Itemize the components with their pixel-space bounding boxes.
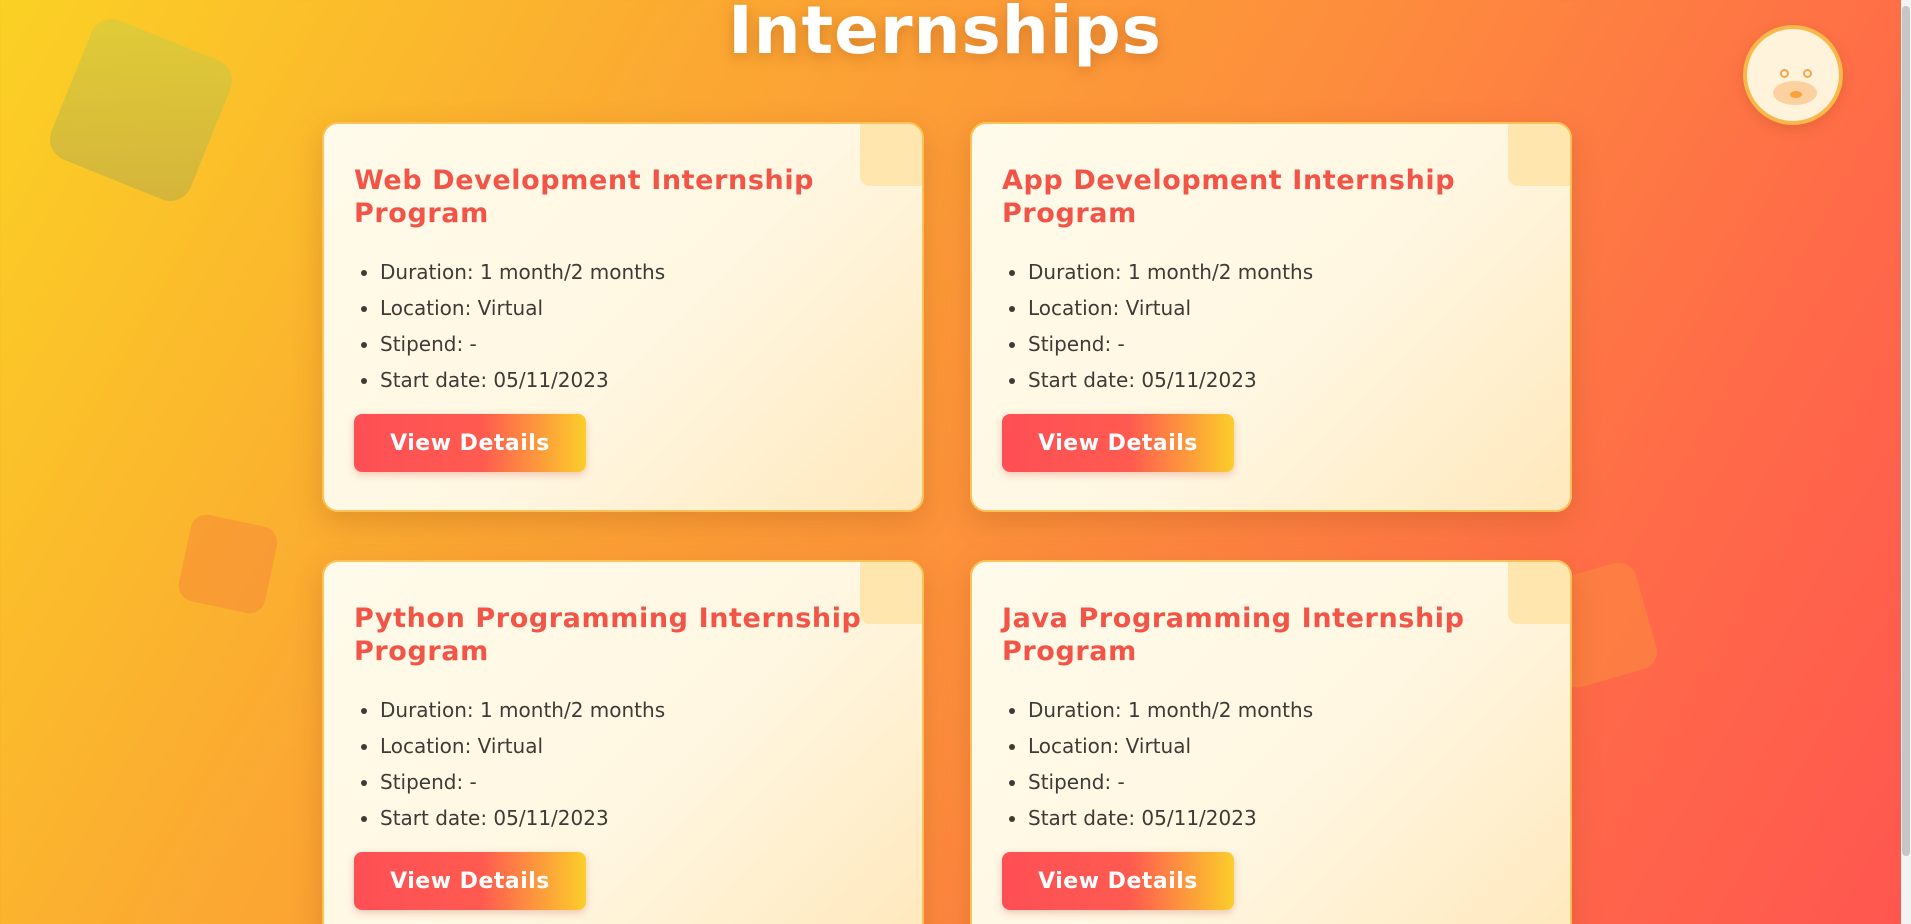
internship-card: App Development Internship Program Durat… <box>970 122 1572 512</box>
pig-nose-icon <box>1790 91 1802 98</box>
internship-title: Python Programming Internship Program <box>354 603 862 667</box>
internship-title: Java Programming Internship Program <box>1002 603 1465 667</box>
internship-stipend: Stipend: - <box>380 326 665 362</box>
view-details-button[interactable]: View Details <box>354 414 586 472</box>
scrollbar-thumb[interactable] <box>1902 6 1910 856</box>
internship-card: Python Programming Internship Program Du… <box>322 560 924 924</box>
internship-details-list: Duration: 1 month/2 months Location: Vir… <box>1000 254 1313 398</box>
internship-start-date: Start date: 05/11/2023 <box>1028 800 1313 836</box>
internship-location: Location: Virtual <box>380 728 665 764</box>
internship-stipend: Stipend: - <box>1028 764 1313 800</box>
internship-start-date: Start date: 05/11/2023 <box>380 800 665 836</box>
page-title: Internships <box>728 0 1162 69</box>
vertical-scrollbar[interactable] <box>1901 0 1911 924</box>
decorative-square-shape <box>175 511 281 617</box>
internship-duration: Duration: 1 month/2 months <box>380 254 665 290</box>
internship-duration: Duration: 1 month/2 months <box>1028 692 1313 728</box>
internship-details-list: Duration: 1 month/2 months Location: Vir… <box>352 692 665 836</box>
internship-stipend: Stipend: - <box>1028 326 1313 362</box>
internship-duration: Duration: 1 month/2 months <box>380 692 665 728</box>
view-details-button[interactable]: View Details <box>1002 852 1234 910</box>
internship-location: Location: Virtual <box>1028 290 1313 326</box>
view-details-button[interactable]: View Details <box>1002 414 1234 472</box>
internship-details-list: Duration: 1 month/2 months Location: Vir… <box>352 254 665 398</box>
internship-location: Location: Virtual <box>380 290 665 326</box>
internship-stipend: Stipend: - <box>380 764 665 800</box>
internship-start-date: Start date: 05/11/2023 <box>380 362 665 398</box>
pig-eye-icon <box>1780 69 1789 78</box>
internship-title: Web Development Internship Program <box>354 165 815 229</box>
internship-title: App Development Internship Program <box>1002 165 1456 229</box>
view-details-button[interactable]: View Details <box>354 852 586 910</box>
internship-duration: Duration: 1 month/2 months <box>1028 254 1313 290</box>
internship-location: Location: Virtual <box>1028 728 1313 764</box>
pig-eye-icon <box>1803 69 1812 78</box>
avatar[interactable] <box>1743 25 1843 125</box>
internship-details-list: Duration: 1 month/2 months Location: Vir… <box>1000 692 1313 836</box>
internship-start-date: Start date: 05/11/2023 <box>1028 362 1313 398</box>
internship-card: Web Development Internship Program Durat… <box>322 122 924 512</box>
internship-card: Java Programming Internship Program Dura… <box>970 560 1572 924</box>
